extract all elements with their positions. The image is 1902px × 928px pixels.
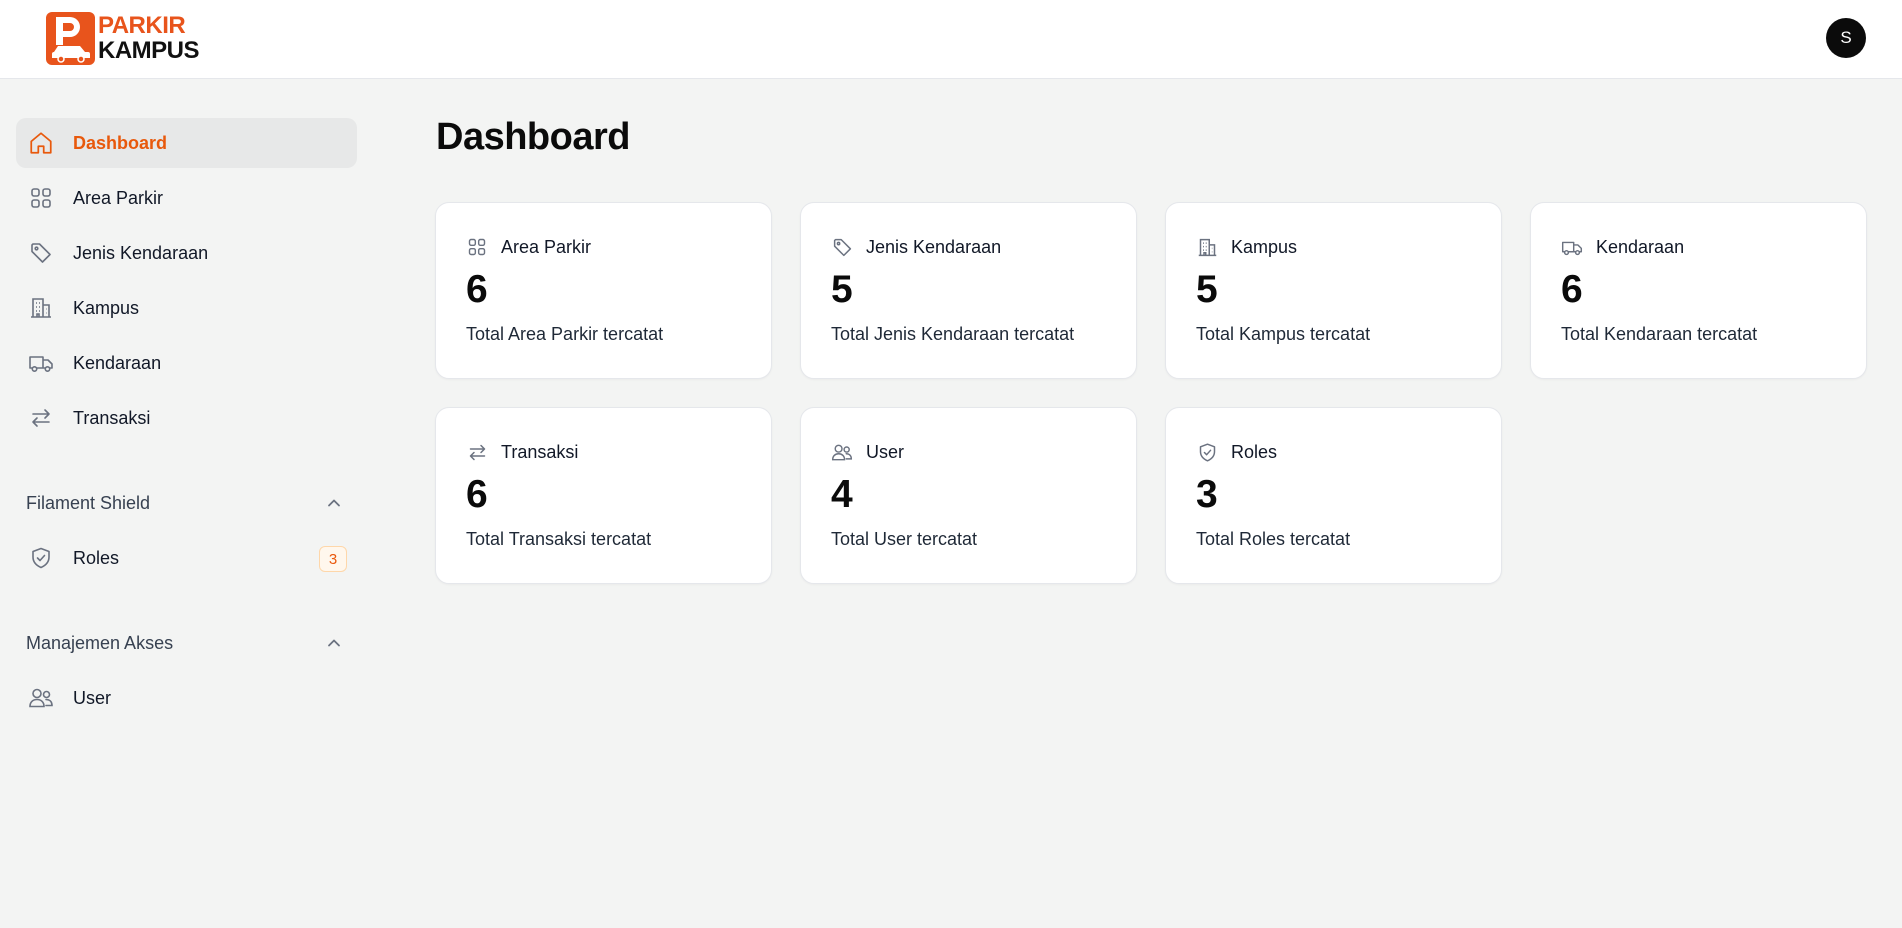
building-icon	[28, 295, 54, 321]
avatar-initial: S	[1840, 28, 1852, 47]
building-icon	[1196, 236, 1218, 258]
shield-check-icon	[1196, 441, 1218, 463]
page-title: Dashboard	[436, 116, 630, 158]
stat-card-transaksi: Transaksi 6 Total Transaksi tercatat	[435, 407, 772, 584]
stat-card-label: Kampus	[1231, 236, 1298, 257]
stat-card-value: 6	[1561, 268, 1583, 311]
users-icon	[831, 441, 853, 463]
shield-check-icon	[28, 545, 54, 571]
chevron-up-icon	[328, 499, 340, 507]
stat-card-area-parkir: Area Parkir 6 Total Area Parkir tercatat	[435, 202, 772, 379]
stat-card-value: 6	[466, 473, 488, 516]
stat-card-label: Area Parkir	[501, 236, 592, 257]
sidebar-item-label: Transaksi	[73, 407, 151, 428]
stat-card-value: 5	[831, 268, 853, 311]
stat-card-jenis-kendaraan: Jenis Kendaraan 5 Total Jenis Kendaraan …	[800, 202, 1137, 379]
sidebar-item-kampus[interactable]: Kampus	[16, 283, 357, 333]
brand-logo[interactable]: PARKIR KAMPUS	[46, 11, 200, 65]
tag-icon	[28, 240, 54, 266]
brand-name-line1: PARKIR	[98, 11, 186, 39]
grid-icon	[466, 236, 488, 258]
parking-car-icon	[46, 11, 95, 65]
stat-card-description: Total Area Parkir tercatat	[466, 324, 664, 344]
users-icon	[28, 685, 54, 711]
stat-card-description: Total User tercatat	[831, 529, 978, 549]
sidebar-item-user[interactable]: User	[16, 673, 357, 723]
stat-card-description: Total Roles tercatat	[1196, 529, 1351, 549]
stat-card-description: Total Kampus tercatat	[1196, 324, 1371, 344]
tag-icon	[831, 236, 853, 258]
sidebar-item-transaksi[interactable]: Transaksi	[16, 393, 357, 443]
stat-card-user: User 4 Total User tercatat	[800, 407, 1137, 584]
top-bar: PARKIR KAMPUS S	[0, 0, 1902, 79]
arrows-exchange-icon	[28, 405, 54, 431]
sidebar: Dashboard Area Parkir Jenis Kendaraan Ka…	[0, 80, 370, 928]
stat-card-label: User	[866, 441, 905, 462]
stat-card-description: Total Kendaraan tercatat	[1561, 324, 1758, 344]
sidebar-item-kendaraan[interactable]: Kendaraan	[16, 338, 357, 388]
group-toggle-filament-shield[interactable]: Filament Shield	[26, 488, 344, 518]
group-label: Filament Shield	[26, 492, 151, 513]
stat-card-roles: Roles 3 Total Roles tercatat	[1165, 407, 1502, 584]
sidebar-item-jenis-kendaraan[interactable]: Jenis Kendaraan	[16, 228, 357, 278]
sidebar-item-label: Kendaraan	[73, 352, 162, 373]
stat-card-value: 6	[466, 268, 488, 311]
arrows-exchange-icon	[466, 441, 488, 463]
user-avatar[interactable]: S	[1826, 18, 1866, 58]
stat-card-kendaraan: Kendaraan 6 Total Kendaraan tercatat	[1530, 202, 1867, 379]
sidebar-item-roles[interactable]: Roles 3	[16, 533, 357, 583]
stat-card-value: 5	[1196, 268, 1218, 311]
truck-icon	[28, 350, 54, 376]
group-label: Manajemen Akses	[26, 632, 174, 653]
sidebar-item-label: Jenis Kendaraan	[73, 242, 209, 263]
sidebar-item-label: Kampus	[73, 297, 140, 318]
sidebar-item-label: Dashboard	[73, 132, 168, 153]
stat-card-label: Jenis Kendaraan	[866, 236, 1002, 257]
stat-card-description: Total Jenis Kendaraan tercatat	[831, 324, 1075, 344]
stat-card-value: 4	[831, 473, 853, 516]
stat-card-label: Transaksi	[501, 441, 579, 462]
stat-card-label: Kendaraan	[1596, 236, 1685, 257]
sidebar-item-area-parkir[interactable]: Area Parkir	[16, 173, 357, 223]
home-icon	[28, 130, 54, 156]
stat-card-value: 3	[1196, 473, 1218, 516]
stat-card-description: Total Transaksi tercatat	[466, 529, 652, 549]
group-toggle-manajemen-akses[interactable]: Manajemen Akses	[26, 628, 344, 658]
stat-card-kampus: Kampus 5 Total Kampus tercatat	[1165, 202, 1502, 379]
sidebar-item-label: Area Parkir	[73, 187, 164, 208]
truck-icon	[1561, 236, 1583, 258]
sidebar-item-dashboard[interactable]: Dashboard	[16, 118, 357, 168]
roles-count-badge: 3	[319, 546, 347, 572]
sidebar-item-label: User	[73, 687, 112, 708]
brand-name-line2: KAMPUS	[98, 36, 200, 64]
chevron-up-icon	[328, 639, 340, 647]
sidebar-item-label: Roles	[73, 547, 120, 568]
stat-card-label: Roles	[1231, 441, 1278, 462]
grid-icon	[28, 185, 54, 211]
